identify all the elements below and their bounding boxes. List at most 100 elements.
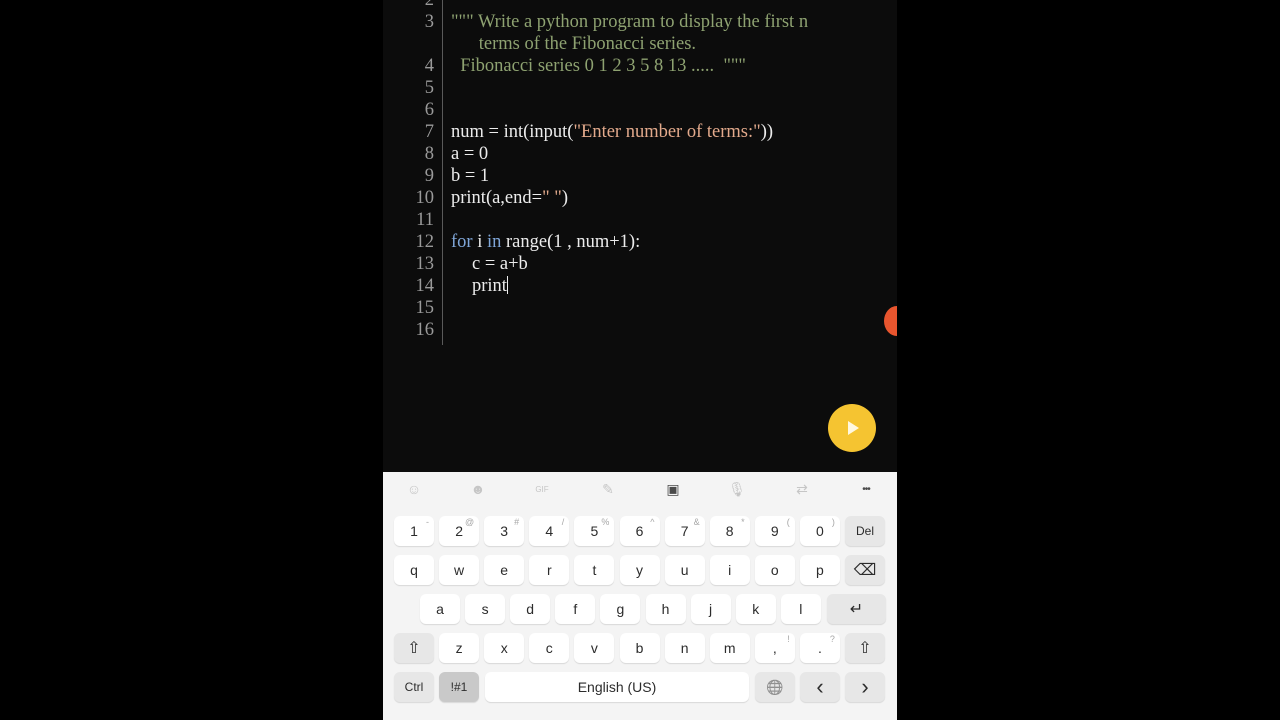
key-z[interactable]: z [439, 633, 480, 663]
cursor-right-key[interactable]: › [845, 672, 885, 702]
backspace-key[interactable]: ⌫ [845, 555, 885, 585]
key-secondary-label: ? [829, 634, 835, 644]
symbols-key[interactable]: !#1 [439, 672, 479, 702]
key-,[interactable]: ,! [754, 633, 795, 663]
key-label: , [772, 640, 777, 656]
key-label: ⇧ [858, 640, 872, 657]
line-number: 10 [415, 188, 435, 208]
key-o[interactable]: o [754, 555, 795, 585]
key-k[interactable]: k [735, 594, 776, 624]
key-l[interactable]: l [780, 594, 821, 624]
code-token: print(a,end= [451, 188, 543, 208]
key-7[interactable]: 7 & [664, 516, 705, 546]
code-token: ) [561, 188, 568, 208]
string-token: "Enter number of terms:" [573, 122, 761, 142]
key-9[interactable]: 9( [754, 516, 795, 546]
key-u[interactable]: u [664, 555, 705, 585]
on-screen-keyboard: ☺ ☻ GIF ✎ ▣ 🎙 ⇄ ••• 1-2 @3 #4/5% 6 ^ 7 & 8 * 9(0) Del q w e r… [383, 472, 897, 720]
key-m[interactable]: m [709, 633, 750, 663]
key-2[interactable]: 2 @ [439, 516, 480, 546]
key-3[interactable]: 3 # [484, 516, 525, 546]
key-1[interactable]: 1- [394, 516, 434, 546]
key-p[interactable]: p [799, 555, 840, 585]
key-h[interactable]: h [645, 594, 686, 624]
key-0[interactable]: 0) [799, 516, 840, 546]
key-label: 9 [770, 523, 779, 539]
enter-key[interactable]: ↵ [827, 594, 886, 624]
key-t[interactable]: t [574, 555, 615, 585]
emoji-icon[interactable]: ☺ [399, 479, 429, 499]
microphone-icon[interactable]: 🎙 [722, 479, 752, 499]
key-v[interactable]: v [574, 633, 615, 663]
line-number: 11 [416, 210, 434, 230]
key-Del[interactable]: Del [845, 516, 885, 546]
key-label: n [680, 640, 689, 656]
key-r[interactable]: r [529, 555, 570, 585]
cursor-left-key[interactable]: ‹ [800, 672, 840, 702]
key-n[interactable]: n [664, 633, 705, 663]
translate-icon[interactable]: ⇄ [787, 479, 817, 499]
sticker-icon[interactable]: ☻ [463, 479, 493, 499]
key-b[interactable]: b [619, 633, 660, 663]
code-text: a = 0 [451, 143, 488, 165]
code-text: num = int(input("Enter number of terms:"… [451, 121, 773, 143]
line-number: 8 [424, 144, 434, 164]
key-j[interactable]: j [690, 594, 731, 624]
key-secondary-label: - [426, 517, 429, 527]
run-button[interactable] [828, 404, 876, 452]
key-e[interactable]: e [484, 555, 525, 585]
key-secondary-label: & [693, 517, 700, 527]
clipboard-icon[interactable]: ▣ [658, 479, 688, 499]
key-label: b [635, 640, 644, 656]
key-label: 6 [635, 523, 644, 539]
gif-icon[interactable]: GIF [527, 479, 557, 499]
globe-icon[interactable]: 🌐 [755, 672, 795, 702]
key-6[interactable]: 6 ^ [619, 516, 660, 546]
key-g[interactable]: g [600, 594, 641, 624]
key-label: p [815, 562, 824, 578]
docstring-token: """ Write a python program to display th… [451, 12, 809, 32]
key-label: 3 [500, 523, 509, 539]
line-number: 6 [424, 100, 434, 120]
key-label: m [723, 640, 736, 656]
key-8[interactable]: 8 * [709, 516, 750, 546]
handwriting-icon[interactable]: ✎ [593, 479, 623, 499]
line-number: 15 [415, 298, 435, 318]
key-label: o [770, 562, 779, 578]
key-.[interactable]: .? [799, 633, 840, 663]
key-i[interactable]: i [709, 555, 750, 585]
key-5[interactable]: 5% [574, 516, 615, 546]
string-token: " " [542, 188, 562, 208]
key-label: Del [855, 524, 874, 538]
key-f[interactable]: f [555, 594, 596, 624]
key-c[interactable]: c [529, 633, 570, 663]
key-label: 1 [410, 523, 418, 539]
code-text: c = a+b [472, 253, 528, 275]
line-number: 7 [424, 122, 434, 142]
shift-right-key[interactable]: ⇧ [845, 633, 885, 663]
key-label: l [799, 601, 803, 617]
code-editor[interactable]: 2 3 """ Write a python program to display … [383, 0, 897, 472]
key-d[interactable]: d [510, 594, 551, 624]
ctrl-key[interactable]: Ctrl [394, 672, 434, 702]
key-label: 7 [680, 523, 689, 539]
key-label: f [573, 601, 578, 617]
shift-left-key[interactable]: ⇧ [394, 633, 434, 663]
more-options-icon[interactable]: ••• [851, 479, 881, 499]
line-number: 9 [424, 166, 434, 186]
code-text: terms of the Fibonacci series. [451, 33, 696, 55]
key-label: . [817, 640, 822, 656]
key-4[interactable]: 4/ [529, 516, 570, 546]
key-x[interactable]: x [484, 633, 525, 663]
key-s[interactable]: s [465, 594, 506, 624]
space-bar[interactable]: English (US) [485, 672, 749, 702]
key-label: 0 [815, 523, 824, 539]
code-token: c = a+b [472, 254, 528, 274]
play-icon [848, 421, 859, 435]
key-y[interactable]: y [619, 555, 660, 585]
key-q[interactable]: q [394, 555, 434, 585]
key-label: English (US) [577, 679, 657, 695]
key-w[interactable]: w [439, 555, 480, 585]
key-label: ↵ [849, 601, 864, 618]
key-a[interactable]: a [420, 594, 460, 624]
